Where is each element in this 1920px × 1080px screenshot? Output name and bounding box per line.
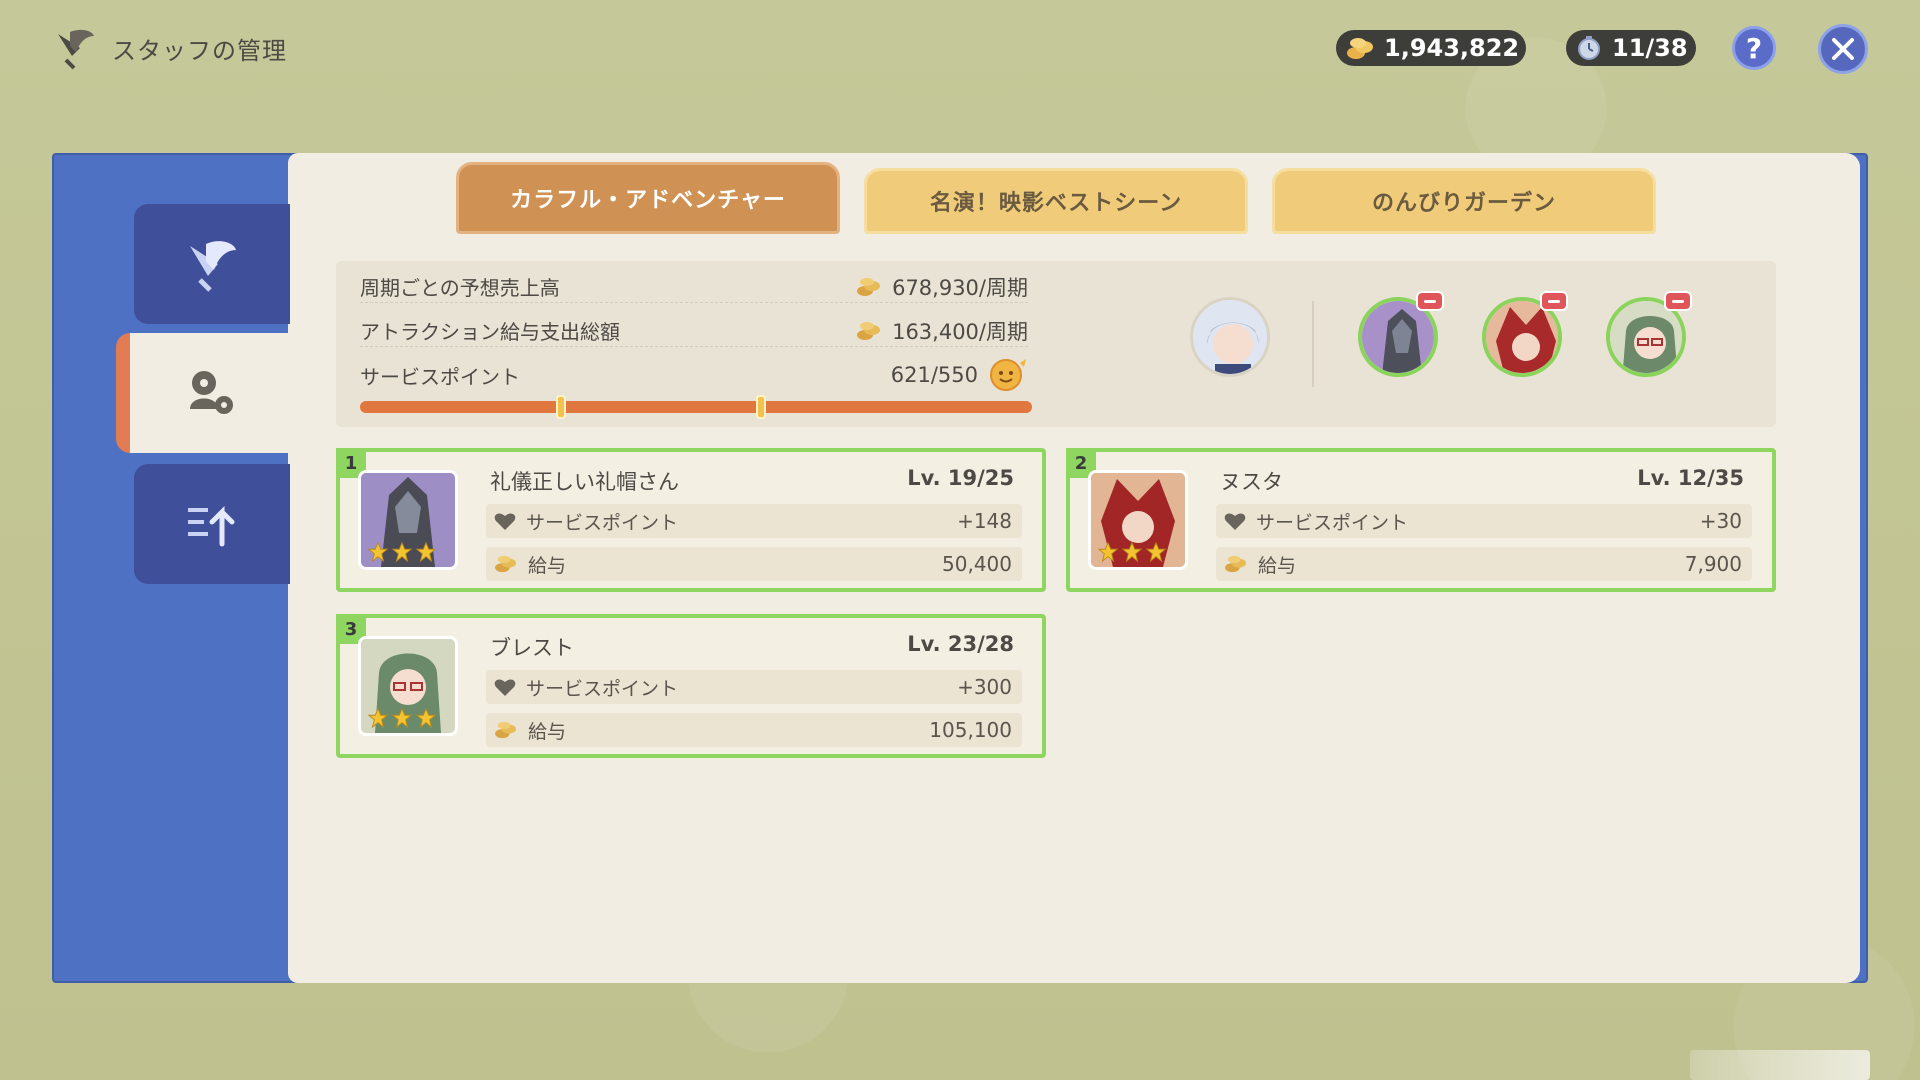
rarity-stars: [367, 541, 437, 563]
heart-icon: [494, 513, 516, 530]
salary-total-row: アトラクション給与支出総額 163,400/周期: [360, 315, 1028, 347]
uid-watermark: [1690, 1050, 1870, 1080]
salary-label: 給与: [528, 720, 567, 743]
heart-icon: [1224, 513, 1246, 530]
service-point-label: サービスポイント: [526, 511, 679, 534]
rarity-stars: [1097, 541, 1167, 563]
mora-value: 1,943,822: [1384, 34, 1520, 62]
star-icon: [1097, 541, 1119, 563]
rarity-stars: [367, 707, 437, 729]
smile-icon: [990, 359, 1026, 391]
mora-counter: 1,943,822: [1336, 30, 1526, 66]
tab-leisure-garden[interactable]: のんびりガーデン: [1272, 168, 1656, 234]
avatar-divider: [1312, 301, 1314, 387]
staff-level: Lv. 19/25: [907, 466, 1014, 490]
salary-label: 給与: [528, 554, 567, 577]
tab-best-scene[interactable]: 名演！映影ベストシーン: [864, 168, 1248, 234]
star-icon: [1145, 541, 1167, 563]
header-title-group: スタッフの管理: [52, 26, 287, 70]
coin-icon: [857, 277, 881, 296]
staff-portrait: [358, 636, 458, 736]
coin-icon: [1225, 555, 1246, 573]
remove-staff-3-button[interactable]: [1664, 291, 1692, 311]
service-point-value: +30: [1699, 509, 1742, 533]
salary-total-value: 163,400/周期: [892, 319, 1028, 344]
salary-total-value-group: 163,400/周期: [856, 316, 1028, 346]
coin-icon: [1346, 34, 1374, 62]
help-button[interactable]: ?: [1732, 26, 1776, 70]
stats-panel: 周期ごとの予想売上高 678,930/周期 アトラクション給与支出総額 163,…: [336, 261, 1776, 427]
service-point-progress-bar: [360, 395, 1032, 419]
star-icon: [1121, 541, 1143, 563]
service-point-label: サービスポイント: [360, 364, 520, 389]
tab-label: カラフル・アドベンチャー: [510, 188, 786, 213]
staff-portrait: [1088, 470, 1188, 570]
star-icon: [367, 541, 389, 563]
tab-label: のんびりガーデン: [1371, 191, 1556, 216]
salary-line: 給与 7,900: [1216, 547, 1752, 581]
coin-icon: [857, 321, 881, 340]
revenue-row: 周期ごとの予想売上高 678,930/周期: [360, 271, 1028, 303]
quill-heart-icon: [58, 29, 94, 70]
salary-total-label: アトラクション給与支出総額: [360, 320, 620, 344]
question-icon: ?: [1745, 31, 1763, 65]
manager-avatar[interactable]: [1190, 297, 1270, 377]
service-point-label: サービスポイント: [526, 677, 679, 700]
staff-portrait: [358, 470, 458, 570]
staff-level: Lv. 12/35: [1637, 466, 1744, 490]
close-button[interactable]: [1818, 24, 1868, 74]
salary-line: 給与 50,400: [486, 547, 1022, 581]
service-point-value: 621/550: [890, 363, 978, 387]
close-icon: [1832, 38, 1854, 60]
tab-label: 名演！映影ベストシーン: [929, 191, 1183, 216]
staff-card-3[interactable]: 3 ブレスト Lv. 23/28 サービスポイント +300 給与 105,10…: [336, 614, 1046, 758]
page-title: スタッフの管理: [112, 36, 287, 65]
salary-line: 給与 105,100: [486, 713, 1022, 747]
remove-staff-1-button[interactable]: [1416, 291, 1444, 311]
salary-value: 50,400: [942, 552, 1012, 576]
revenue-label: 周期ごとの予想売上高: [360, 276, 560, 300]
staff-card-1[interactable]: 1 礼儀正しい礼帽さん Lv. 19/25 サービスポイント +148 給与 5…: [336, 448, 1046, 592]
service-point-value-group: 621/550: [891, 357, 1028, 393]
staff-card-2[interactable]: 2 ヌスタ Lv. 12/35 サービスポイント +30 給与 7,900: [1066, 448, 1776, 592]
service-point-value: +148: [957, 509, 1012, 533]
service-point-line: サービスポイント +148: [486, 504, 1022, 538]
quill-heart-icon: [190, 241, 236, 292]
revenue-value-group: 678,930/周期: [856, 272, 1028, 302]
star-icon: [415, 541, 437, 563]
service-point-value: +300: [957, 675, 1012, 699]
staff-name: 礼儀正しい礼帽さん: [490, 470, 679, 494]
staff-name: ブレスト: [490, 636, 574, 660]
coin-icon: [495, 721, 516, 739]
coin-icon: [495, 555, 516, 573]
heart-icon: [494, 679, 516, 696]
service-point-label: サービスポイント: [1256, 511, 1409, 534]
stopwatch-icon: [1576, 34, 1602, 62]
service-point-line: サービスポイント +30: [1216, 504, 1752, 538]
salary-value: 105,100: [929, 718, 1012, 742]
star-icon: [391, 707, 413, 729]
star-icon: [391, 541, 413, 563]
service-point-line: サービスポイント +300: [486, 670, 1022, 704]
service-point-row: サービスポイント 621/550: [360, 359, 1028, 391]
salary-value: 7,900: [1684, 552, 1742, 576]
time-counter: 11/38: [1566, 30, 1696, 66]
staff-gear-icon: [190, 371, 233, 414]
staff-level: Lv. 23/28: [907, 632, 1014, 656]
progress-marker: [756, 395, 766, 419]
remove-staff-2-button[interactable]: [1540, 291, 1568, 311]
tab-colorful-adventure[interactable]: カラフル・アドベンチャー: [456, 162, 840, 234]
revenue-value: 678,930/周期: [892, 275, 1028, 300]
salary-label: 給与: [1258, 554, 1297, 577]
staff-name: ヌスタ: [1220, 470, 1283, 494]
star-icon: [367, 707, 389, 729]
time-value: 11/38: [1612, 34, 1688, 62]
star-icon: [415, 707, 437, 729]
level-up-icon: [188, 505, 235, 547]
sidebar-upgrade-button[interactable]: [134, 464, 290, 584]
progress-marker: [556, 395, 566, 419]
sidebar-attraction-button[interactable]: [134, 204, 290, 324]
sidebar-staff-button[interactable]: [116, 333, 290, 453]
